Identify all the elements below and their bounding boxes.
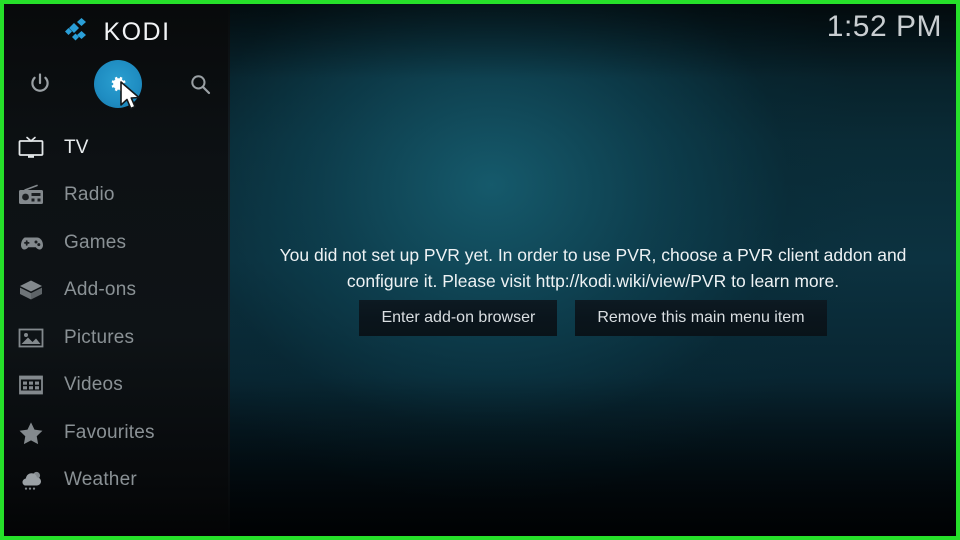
sidebar-item-label: Add-ons <box>64 279 137 301</box>
app-name: KODI <box>103 17 171 46</box>
clock: 1:52 PM <box>826 10 942 43</box>
action-button-row: Enter add-on browser Remove this main me… <box>230 300 956 336</box>
sidebar-item-label: Radio <box>64 184 115 206</box>
sidebar-item-label: Pictures <box>64 326 135 348</box>
sidebar-item-weather[interactable]: Weather <box>4 457 230 505</box>
sidebar-item-favourites[interactable]: Favourites <box>4 409 230 457</box>
power-button[interactable] <box>16 60 64 108</box>
sidebar-item-label: TV <box>64 136 89 158</box>
search-icon <box>191 75 211 95</box>
cloud-sun-icon <box>14 467 48 493</box>
sidebar-item-tv[interactable]: TV <box>4 124 230 172</box>
picture-icon <box>14 325 48 351</box>
film-icon <box>14 372 48 398</box>
radio-icon <box>14 182 48 208</box>
sidebar-item-pictures[interactable]: Pictures <box>4 314 230 362</box>
sidebar-menu: TV Radio Games Add-ons Pictures Videos F… <box>4 124 230 504</box>
pvr-setup-message: You did not set up PVR yet. In order to … <box>279 245 907 291</box>
addon-box-icon <box>14 277 48 303</box>
sidebar-item-addons[interactable]: Add-ons <box>4 267 230 315</box>
search-button[interactable] <box>176 60 224 108</box>
sidebar-item-videos[interactable]: Videos <box>4 362 230 410</box>
remove-main-menu-item-button[interactable]: Remove this main menu item <box>575 300 827 336</box>
sidebar-item-games[interactable]: Games <box>4 219 230 267</box>
app-logo: KODI <box>4 12 230 52</box>
sidebar-item-radio[interactable]: Radio <box>4 172 230 220</box>
sidebar-item-label: Videos <box>64 374 123 396</box>
sidebar: KODI TV Radio Games Add-ons Pictures Vid… <box>4 4 230 536</box>
settings-button[interactable] <box>94 60 142 110</box>
mouse-pointer-icon <box>120 81 140 110</box>
sidebar-item-label: Games <box>64 231 127 253</box>
main-content: You did not set up PVR yet. In order to … <box>230 4 956 536</box>
power-icon <box>31 73 49 92</box>
sidebar-item-label: Weather <box>64 469 137 491</box>
sidebar-item-label: Favourites <box>64 421 155 443</box>
tv-icon <box>14 135 48 161</box>
kodi-window: 1:52 PM KODI TV Radio Games Add-ons Pict… <box>0 0 960 540</box>
kodi-logo-icon <box>65 18 87 41</box>
star-icon <box>14 420 48 446</box>
enter-addon-browser-button[interactable]: Enter add-on browser <box>359 300 558 336</box>
toolbar <box>4 60 230 110</box>
gamepad-icon <box>14 230 48 256</box>
